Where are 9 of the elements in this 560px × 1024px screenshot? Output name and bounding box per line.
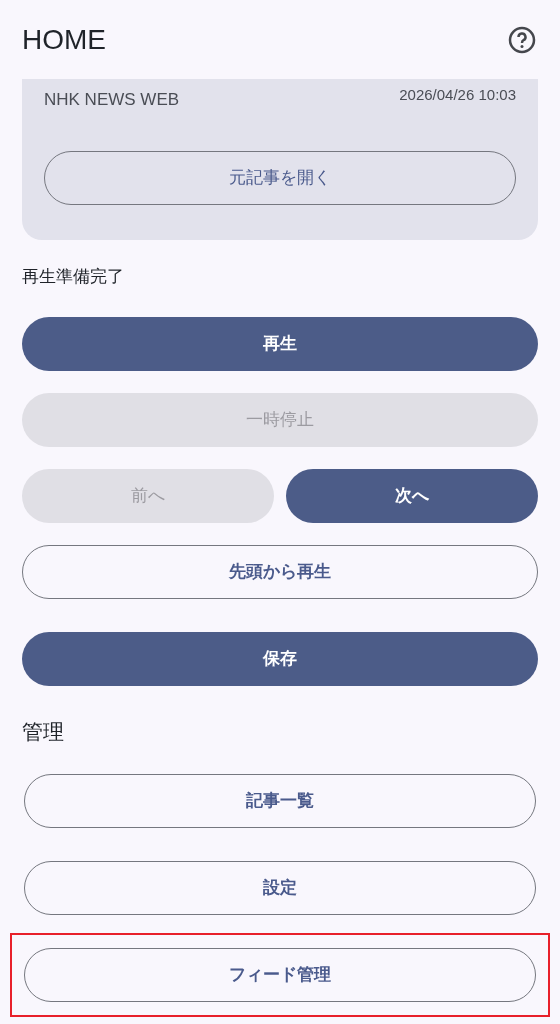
- date-label: 2026/04/26 10:03: [399, 85, 516, 105]
- help-icon[interactable]: [508, 25, 536, 54]
- play-button[interactable]: 再生: [22, 317, 538, 371]
- save-button[interactable]: 保存: [22, 632, 538, 686]
- source-label: NHK NEWS WEB: [44, 89, 180, 111]
- status-text: 再生準備完了: [22, 266, 125, 288]
- section-heading: 管理: [22, 719, 65, 745]
- next-button[interactable]: 次へ: [286, 469, 538, 523]
- page-title: HOME: [22, 25, 106, 54]
